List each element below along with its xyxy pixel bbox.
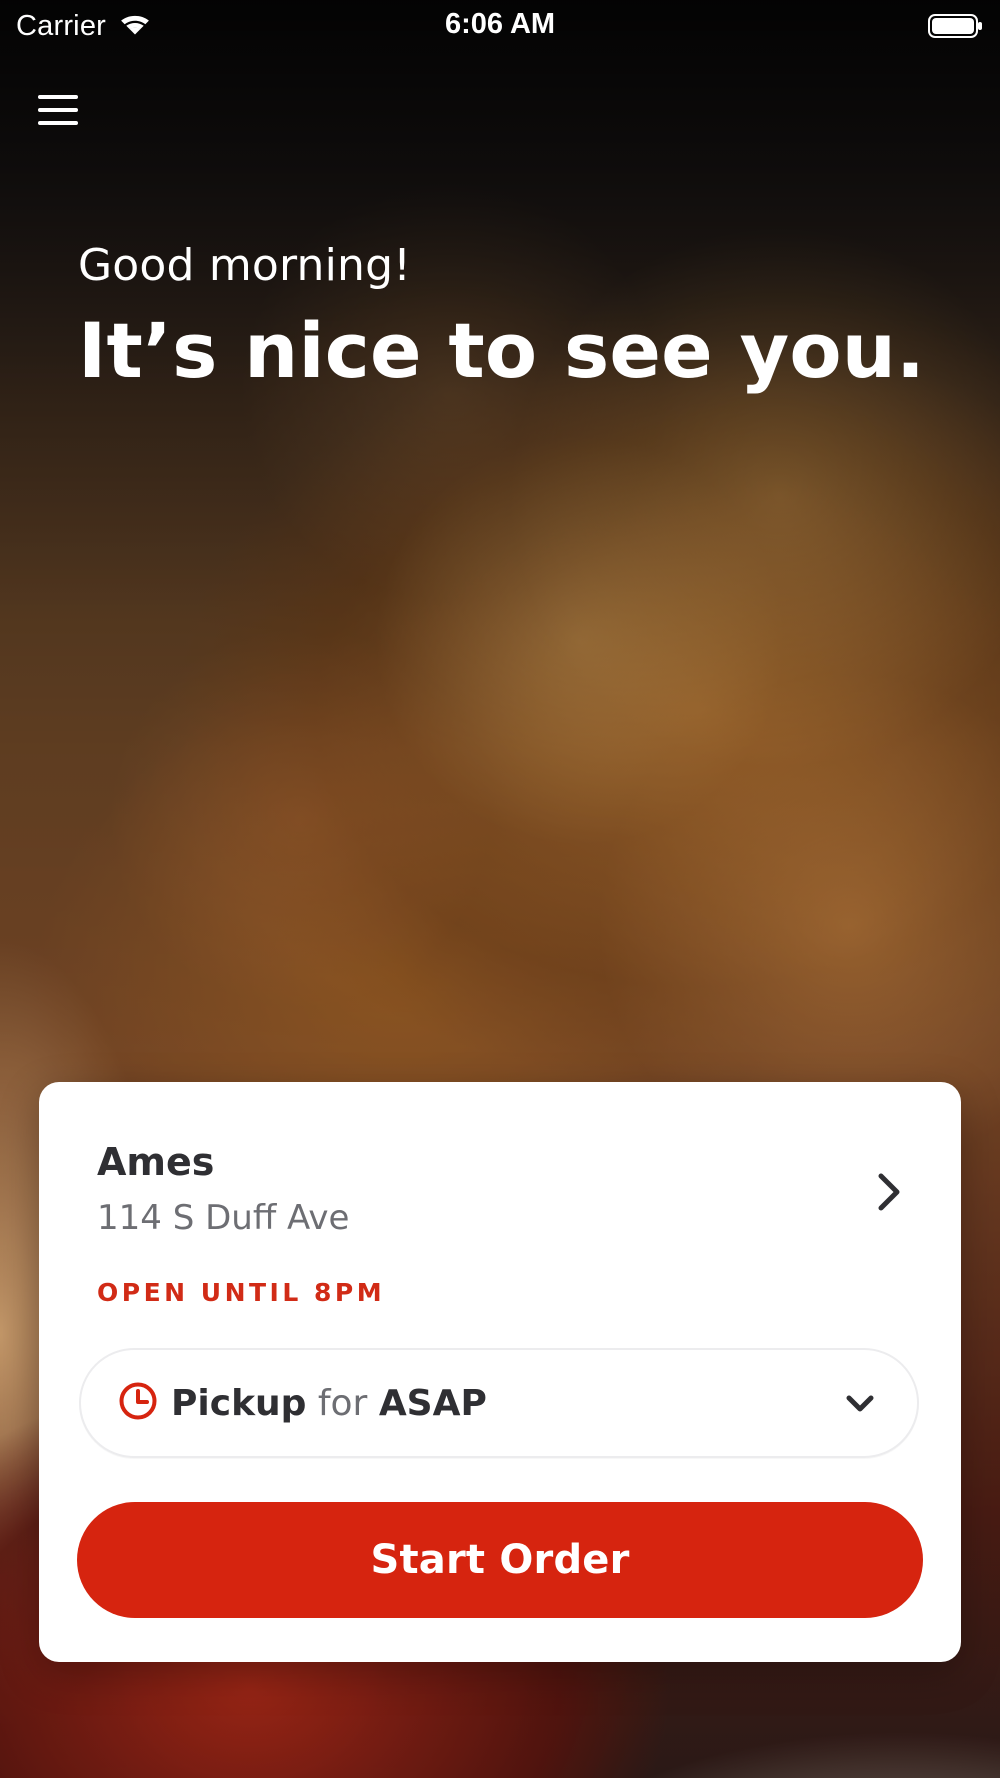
menu-button[interactable] bbox=[34, 86, 82, 134]
location-row[interactable]: Ames 114 S Duff Ave bbox=[97, 1140, 917, 1290]
location-hours: OPEN UNTIL 8PM bbox=[97, 1278, 386, 1307]
chevron-right-icon bbox=[861, 1164, 917, 1220]
chevron-down-icon bbox=[839, 1382, 881, 1424]
status-bar-left: Carrier bbox=[16, 8, 154, 44]
pickup-label: Pickup for ASAP bbox=[171, 1383, 487, 1424]
pickup-time: ASAP bbox=[378, 1382, 487, 1424]
wifi-icon bbox=[116, 8, 154, 44]
pickup-connector: for bbox=[317, 1382, 368, 1424]
status-time: 6:06 AM bbox=[444, 8, 556, 40]
start-order-button[interactable]: Start Order bbox=[77, 1502, 923, 1618]
hamburger-menu-icon bbox=[38, 95, 78, 125]
greeting-headline: It’s nice to see you. bbox=[78, 306, 926, 395]
location-name: Ames bbox=[97, 1140, 215, 1184]
clock-icon bbox=[117, 1380, 159, 1426]
greeting: Good morning! It’s nice to see you. bbox=[78, 240, 958, 389]
carrier-label: Carrier bbox=[16, 9, 107, 42]
location-card: Ames 114 S Duff Ave OPEN UNTIL 8PM Picku… bbox=[39, 1082, 961, 1662]
location-address: 114 S Duff Ave bbox=[97, 1198, 350, 1238]
status-bar: Carrier 6:06 AM bbox=[0, 0, 1000, 52]
greeting-subtitle: Good morning! bbox=[78, 240, 412, 291]
pickup-mode: Pickup bbox=[171, 1382, 307, 1424]
pickup-time-selector[interactable]: Pickup for ASAP bbox=[79, 1348, 919, 1458]
battery-icon bbox=[928, 12, 984, 45]
